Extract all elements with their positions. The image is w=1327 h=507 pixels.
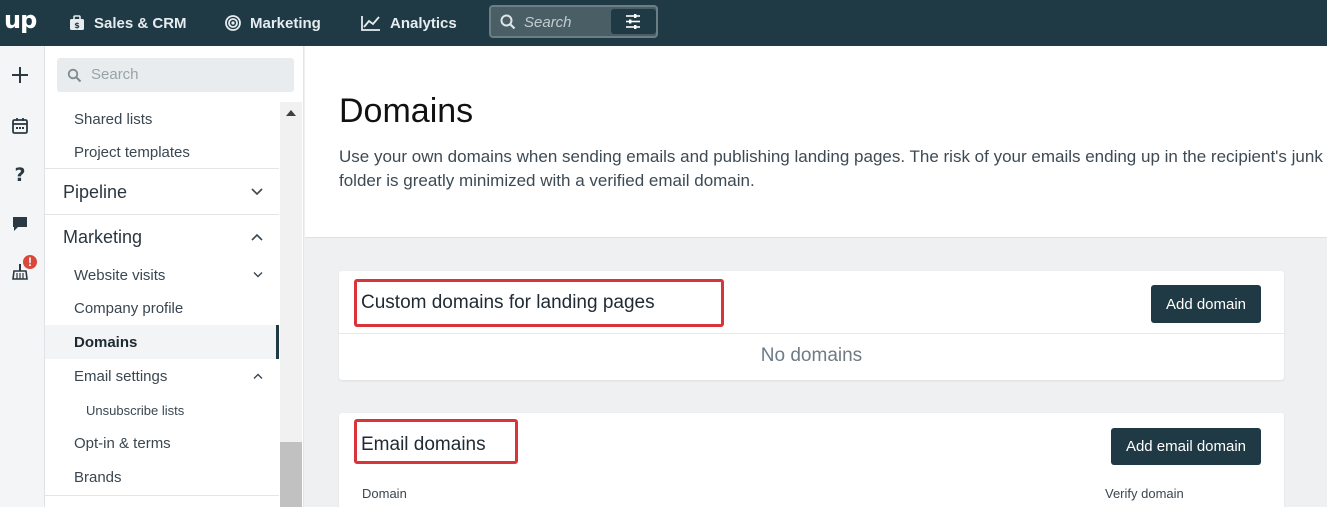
nav-sales-label: Sales & CRM	[94, 14, 187, 32]
scroll-up-arrow[interactable]	[286, 110, 296, 116]
global-search-placeholder: Search	[524, 14, 572, 31]
nav-analytics-label: Analytics	[390, 14, 457, 32]
nav-sales-crm[interactable]: $ Sales & CRM	[68, 0, 187, 46]
landing-domains-card: Custom domains for landing pages Add dom…	[339, 271, 1284, 380]
column-header-verify-domain: Verify domain	[1105, 486, 1184, 501]
nav-marketing[interactable]: Marketing	[224, 0, 321, 46]
email-domains-title: Email domains	[361, 434, 486, 455]
sidebar-item-label: Marketing	[63, 226, 143, 247]
sidebar-item-label: Website visits	[74, 266, 166, 284]
card-divider	[339, 333, 1284, 334]
sliders-icon	[626, 14, 640, 29]
settings-sidebar: Search Shared lists Project templates Pi…	[45, 46, 304, 507]
help-icon[interactable]: ?	[10, 164, 30, 184]
column-header-domain: Domain	[362, 486, 407, 501]
sidebar-item-label: Unsubscribe lists	[86, 402, 185, 418]
sidebar-item-website-visits[interactable]: Website visits	[45, 258, 279, 292]
sidebar-item-marketing[interactable]: Marketing	[45, 215, 279, 259]
landing-domains-title: Custom domains for landing pages	[361, 292, 655, 313]
plus-icon[interactable]	[10, 65, 30, 85]
empty-state: No domains	[760, 345, 863, 366]
chevron-down-icon	[253, 272, 263, 278]
sidebar-item-label: Domains	[74, 333, 138, 351]
global-search[interactable]: Search	[489, 5, 658, 38]
sidebar-item-pipeline[interactable]: Pipeline	[45, 170, 279, 214]
sidebar-scrollbar[interactable]	[280, 102, 302, 507]
page-header: Domains Use your own domains when sendin…	[305, 46, 1327, 238]
add-email-domain-button[interactable]: Add email domain	[1111, 428, 1261, 465]
notification-badge: !	[21, 253, 39, 271]
chevron-up-icon	[251, 233, 263, 241]
menu-divider	[45, 168, 279, 169]
active-indicator	[276, 325, 279, 359]
nav-analytics[interactable]: Analytics	[360, 0, 457, 46]
sidebar-item-email-settings[interactable]: Email settings	[45, 359, 279, 393]
app-logo[interactable]: up	[4, 6, 38, 36]
svg-text:?: ?	[14, 164, 25, 184]
top-navigation-bar: up $ Sales & CRM Marketing Analytics Sea…	[0, 0, 1327, 46]
settings-menu: Shared lists Project templates Pipeline …	[45, 102, 279, 507]
menu-divider	[45, 495, 279, 496]
chevron-up-icon	[253, 373, 263, 379]
sidebar-item-label: Pipeline	[63, 181, 128, 202]
calendar-icon[interactable]	[10, 116, 30, 136]
email-domains-card: Email domains Add email domain Domain Ve…	[339, 413, 1284, 507]
sidebar-item-label: Brands	[74, 468, 122, 486]
chat-icon[interactable]	[10, 214, 30, 234]
sidebar-item-unsubscribe-lists[interactable]: Unsubscribe lists	[45, 395, 279, 425]
scrollbar-thumb[interactable]	[280, 442, 302, 507]
page-title: Domains	[339, 92, 474, 130]
sidebar-item-label: Project templates	[74, 143, 190, 161]
sidebar-item-shared-lists[interactable]: Shared lists	[45, 102, 279, 136]
left-icon-rail: ? !	[0, 46, 45, 507]
sidebar-item-company-profile[interactable]: Company profile	[45, 291, 279, 325]
page-description: Use your own domains when sending emails…	[339, 147, 1323, 190]
chart-icon	[361, 16, 380, 31]
sidebar-item-label: Shared lists	[74, 110, 153, 128]
sidebar-search-input[interactable]: Search	[57, 58, 294, 92]
add-domain-button[interactable]: Add domain	[1151, 285, 1261, 323]
main-content: Domains Use your own domains when sendin…	[305, 46, 1327, 507]
sidebar-item-brands[interactable]: Brands	[45, 460, 279, 494]
sidebar-item-label: Opt-in & terms	[74, 434, 171, 452]
sidebar-item-project-templates[interactable]: Project templates	[45, 135, 279, 169]
chevron-down-icon	[251, 188, 263, 196]
sidebar-search-placeholder: Search	[91, 66, 139, 83]
sidebar-item-domains[interactable]: Domains	[45, 325, 279, 359]
sidebar-item-label: Company profile	[74, 299, 184, 317]
target-icon	[225, 15, 241, 31]
sidebar-item-label: Email settings	[74, 367, 168, 385]
search-filter-button[interactable]	[611, 9, 656, 34]
search-icon	[500, 14, 516, 30]
search-icon	[67, 68, 82, 83]
briefcase-icon: $	[70, 15, 84, 30]
nav-marketing-label: Marketing	[250, 14, 321, 32]
sidebar-item-opt-in-terms[interactable]: Opt-in & terms	[45, 426, 279, 460]
svg-text:$: $	[74, 21, 80, 30]
